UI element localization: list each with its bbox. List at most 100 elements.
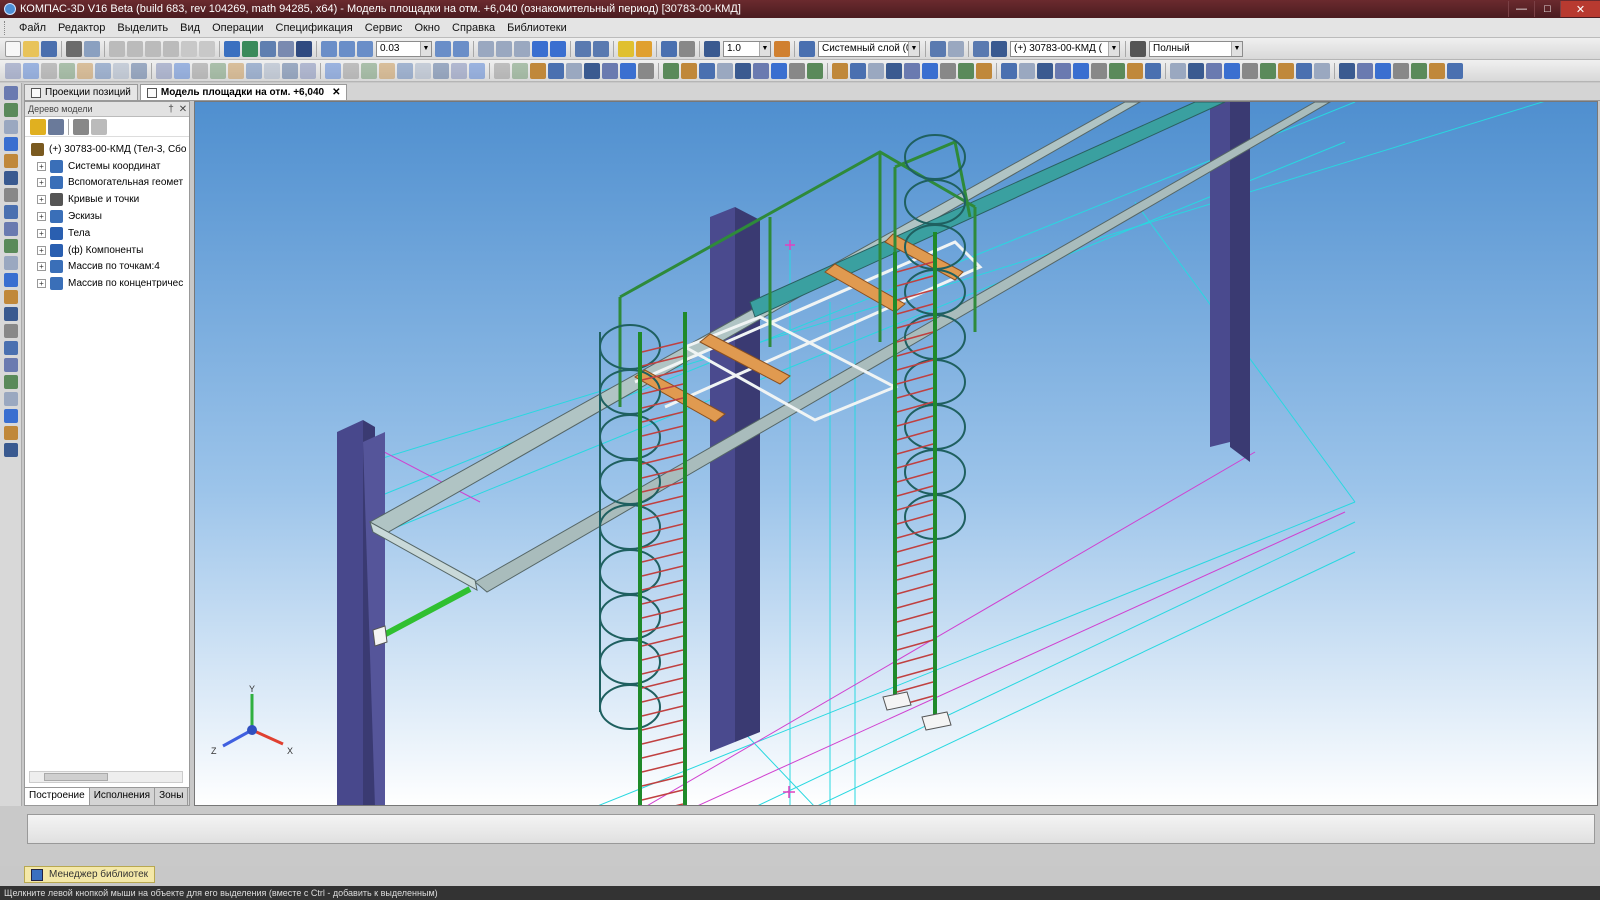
compact-tool-icon[interactable] — [4, 307, 18, 321]
tool-button-icon[interactable] — [1224, 62, 1240, 79]
copy-icon[interactable] — [127, 40, 143, 57]
zoom-combo[interactable]: 0.03 ▼ — [376, 40, 432, 57]
expand-icon[interactable]: + — [37, 212, 46, 222]
tool-button-icon[interactable] — [940, 62, 956, 79]
compact-tool-icon[interactable] — [4, 256, 18, 270]
expand-icon[interactable]: + — [37, 262, 46, 272]
rotate-icon[interactable] — [435, 40, 451, 57]
tool-button-icon[interactable] — [1037, 62, 1053, 79]
tool-button-icon[interactable] — [735, 62, 751, 79]
new-document-icon[interactable] — [5, 40, 21, 57]
tree-item[interactable]: + Вспомогательная геомет — [25, 175, 189, 192]
tool-button-icon[interactable] — [59, 62, 75, 79]
compact-tool-icon[interactable] — [4, 358, 18, 372]
tree-item[interactable]: + Массив по концентричес — [25, 275, 189, 292]
tool-button-icon[interactable] — [850, 62, 866, 79]
compact-tool-icon[interactable] — [4, 171, 18, 185]
properties-icon[interactable] — [163, 40, 179, 57]
compact-tool-icon[interactable] — [4, 222, 18, 236]
tool-button-icon[interactable] — [1278, 62, 1294, 79]
shaded-icon[interactable] — [532, 40, 548, 57]
wireframe-icon[interactable] — [478, 40, 494, 57]
tool-button-icon[interactable] — [361, 62, 377, 79]
tab-projections[interactable]: Проекции позиций — [24, 84, 138, 100]
tool-button-icon[interactable] — [663, 62, 679, 79]
open-folder-icon[interactable] — [23, 40, 39, 57]
tool-button-icon[interactable] — [753, 62, 769, 79]
menu-select[interactable]: Выделить — [111, 22, 174, 34]
menu-operations[interactable]: Операции — [206, 22, 269, 34]
tool-button-icon[interactable] — [23, 62, 39, 79]
library-icon[interactable] — [278, 40, 294, 57]
tool-button-icon[interactable] — [1145, 62, 1161, 79]
tool-button-icon[interactable] — [681, 62, 697, 79]
compact-tool-icon[interactable] — [4, 273, 18, 287]
chevron-down-icon[interactable]: ▼ — [1231, 41, 1242, 56]
tool-button-icon[interactable] — [789, 62, 805, 79]
tool-button-icon[interactable] — [1073, 62, 1089, 79]
ortho-icon[interactable] — [774, 40, 790, 57]
model-viewport[interactable]: Y X Z — [194, 101, 1598, 806]
compact-tool-icon[interactable] — [4, 409, 18, 423]
grid-icon[interactable] — [679, 40, 695, 57]
tool-button-icon[interactable] — [1019, 62, 1035, 79]
layer-combo[interactable]: Системный слой (0) ▼ — [818, 40, 920, 57]
tool-button-icon[interactable] — [469, 62, 485, 79]
tab-model[interactable]: Модель площадки на отм. +6,040 ✕ — [139, 84, 348, 100]
tool-button-icon[interactable] — [1296, 62, 1312, 79]
model-canvas[interactable]: Y X Z — [195, 102, 1598, 806]
tool-button-icon[interactable] — [1188, 62, 1204, 79]
zoom-all-icon[interactable] — [339, 40, 355, 57]
close-button[interactable]: ✕ — [1560, 1, 1600, 17]
tool-button-icon[interactable] — [246, 62, 262, 79]
tool-button-icon[interactable] — [771, 62, 787, 79]
tool-button-icon[interactable] — [1001, 62, 1017, 79]
tool-button-icon[interactable] — [620, 62, 636, 79]
compact-tool-icon[interactable] — [4, 290, 18, 304]
zoom-in-icon[interactable] — [357, 40, 373, 57]
expand-icon[interactable]: + — [37, 245, 46, 255]
paste-icon[interactable] — [145, 40, 161, 57]
tool-button-icon[interactable] — [264, 62, 280, 79]
tool-button-icon[interactable] — [1091, 62, 1107, 79]
tool-button-icon[interactable] — [1206, 62, 1222, 79]
close-icon[interactable]: ✕ — [177, 104, 189, 115]
tab-versions[interactable]: Исполнения — [90, 788, 156, 805]
tool-button-icon[interactable] — [1393, 62, 1409, 79]
function-icon[interactable] — [260, 40, 276, 57]
shaded-edges-icon[interactable] — [550, 40, 566, 57]
orientation-icon[interactable] — [453, 40, 469, 57]
tree-item[interactable]: + Эскизы — [25, 208, 189, 225]
tool-button-icon[interactable] — [228, 62, 244, 79]
tool-button-icon[interactable] — [77, 62, 93, 79]
undo-icon[interactable] — [181, 40, 197, 57]
tool-button-icon[interactable] — [174, 62, 190, 79]
tool-button-icon[interactable] — [494, 62, 510, 79]
document-combo[interactable]: (+) 30783-00-КМД (▼ — [1010, 40, 1120, 57]
chevron-down-icon[interactable]: ▼ — [908, 41, 919, 56]
expand-icon[interactable]: + — [37, 195, 46, 205]
menu-specification[interactable]: Спецификация — [270, 22, 359, 34]
cut-icon[interactable] — [109, 40, 125, 57]
step-combo[interactable]: 1.0 ▼ — [723, 40, 771, 57]
compact-tool-icon[interactable] — [4, 239, 18, 253]
compact-tool-icon[interactable] — [4, 443, 18, 457]
tool-button-icon[interactable] — [1314, 62, 1330, 79]
tool-button-icon[interactable] — [530, 62, 546, 79]
tool-button-icon[interactable] — [1429, 62, 1445, 79]
tool-button-icon[interactable] — [415, 62, 431, 79]
tool-button-icon[interactable] — [1260, 62, 1276, 79]
variables-icon[interactable] — [242, 40, 258, 57]
link-icon[interactable] — [973, 40, 989, 57]
preview-icon[interactable] — [84, 40, 100, 57]
help-pointer-icon[interactable] — [296, 40, 312, 57]
compact-tool-icon[interactable] — [4, 205, 18, 219]
menu-file[interactable]: Файл — [13, 22, 52, 34]
hidden-lines-icon[interactable] — [496, 40, 512, 57]
menu-libraries[interactable]: Библиотеки — [501, 22, 573, 34]
tool-button-icon[interactable] — [868, 62, 884, 79]
tool-button-icon[interactable] — [325, 62, 341, 79]
redo-icon[interactable] — [199, 40, 215, 57]
tool-button-icon[interactable] — [1127, 62, 1143, 79]
tool-button-icon[interactable] — [512, 62, 528, 79]
